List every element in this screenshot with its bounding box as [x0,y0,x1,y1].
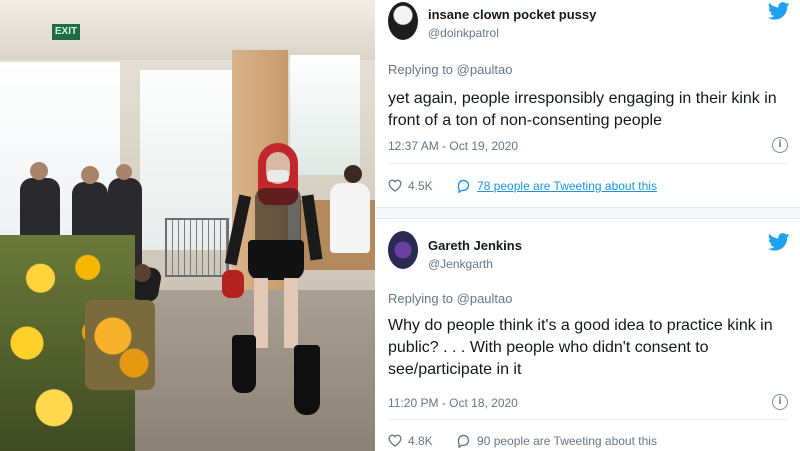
info-icon[interactable]: i [772,137,788,153]
bystander-head [344,165,362,183]
info-icon[interactable]: i [772,394,788,410]
flower-bouquet [85,300,155,390]
tweet-card[interactable]: insane clown pocket pussy @doinkpatrol R… [376,0,800,208]
tweet-text: Why do people think it's a good idea to … [388,317,773,378]
crawling-man-head [133,264,151,282]
tweet-separator [376,208,800,218]
twitter-bird-icon[interactable] [768,2,790,20]
twitter-bird-icon[interactable] [768,233,790,251]
subject-leg [284,278,298,348]
storefront-window [290,55,360,175]
tweet-timestamp[interactable]: 12:37 AM - Oct 19, 2020 [388,139,518,153]
display-name[interactable]: Gareth Jenkins [428,238,522,253]
user-handle[interactable]: @doinkpatrol [428,26,499,40]
reply-bubble-icon[interactable] [456,179,471,193]
tweet-timestamp[interactable]: 11:20 PM - Oct 18, 2020 [388,396,518,410]
reply-bubble-icon[interactable] [456,434,471,448]
bystander-head [30,162,48,180]
avatar[interactable] [388,231,418,269]
red-bag [222,270,244,298]
display-name[interactable]: insane clown pocket pussy [428,7,596,22]
divider [388,163,788,164]
divider [388,419,788,420]
bystander [330,183,370,253]
subject-leg [254,278,268,348]
tweet-card[interactable]: Gareth Jenkins @Jenkgarth Replying to @p… [376,218,800,451]
avatar[interactable] [388,2,418,40]
store-photo: EXIT [0,0,375,451]
like-count: 4.8K [408,433,433,448]
discussion-link[interactable]: 90 people are Tweeting about this [477,434,657,448]
discussion-link[interactable]: 78 people are Tweeting about this [477,179,657,193]
platform-boot [232,335,256,393]
subject-skirt [248,240,304,280]
like-count: 4.5K [408,178,433,193]
replying-to[interactable]: Replying to @paultao [388,62,513,77]
shopping-cart [165,218,229,277]
subject-torso [255,188,301,248]
user-handle[interactable]: @Jenkgarth [428,257,493,271]
bystander-head [81,166,99,184]
tweet-actions: 4.8K 90 people are Tweeting about this [388,433,788,451]
platform-boot [294,345,320,415]
exit-sign: EXIT [52,24,80,40]
heart-icon[interactable] [388,434,402,448]
heart-icon[interactable] [388,179,402,193]
face-mask [267,170,289,182]
tweet-text: yet again, people irresponsibly engaging… [388,90,777,129]
replying-to[interactable]: Replying to @paultao [388,291,513,306]
bystander-head [116,164,132,180]
tweet-actions: 4.5K 78 people are Tweeting about this [388,178,788,196]
